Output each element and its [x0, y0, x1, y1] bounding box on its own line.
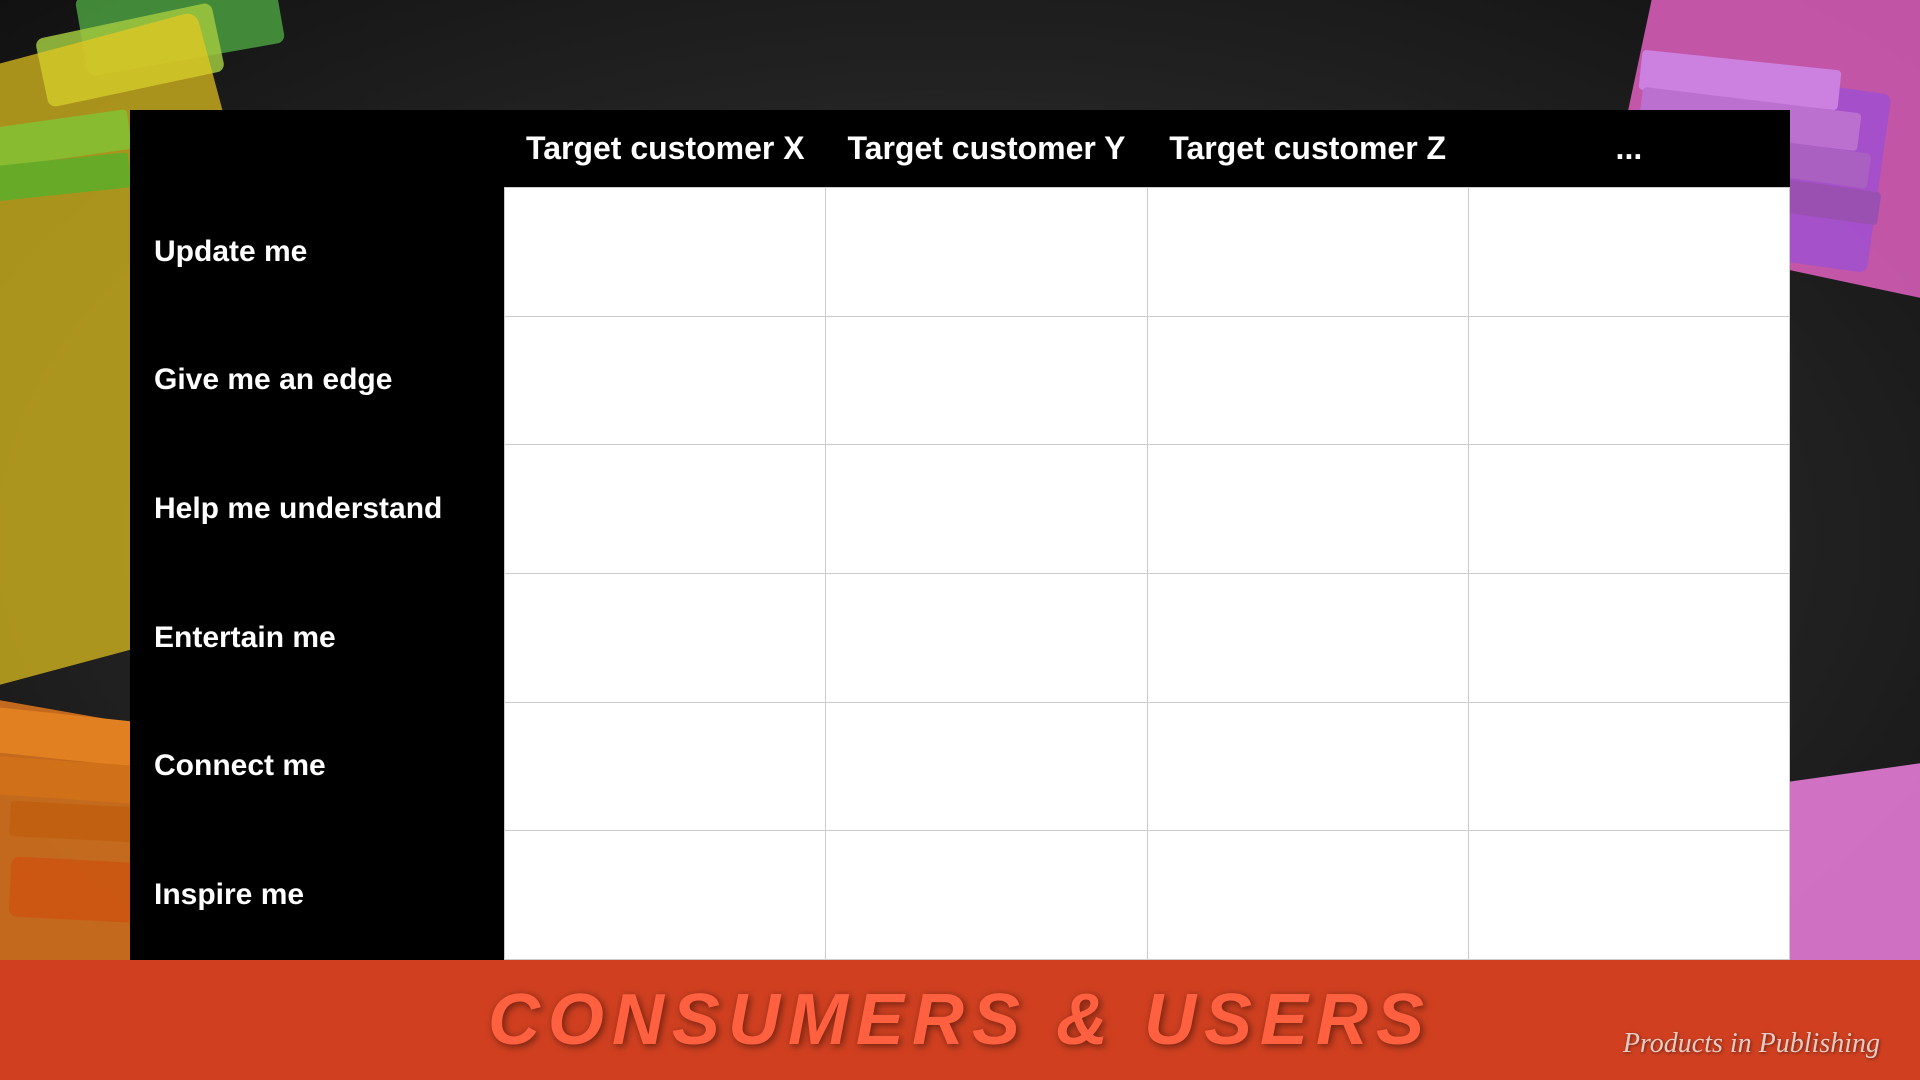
cell-update-me-x[interactable]	[505, 188, 826, 317]
header-col3: Target customer Z	[1147, 110, 1468, 188]
cell-entertain-x[interactable]	[505, 573, 826, 702]
cell-edge-extra[interactable]	[1468, 316, 1789, 445]
cell-entertain-z[interactable]	[1147, 573, 1468, 702]
bottom-banner: Consumers & Users	[0, 960, 1920, 1080]
row-label-entertain-me: Entertain me	[130, 573, 505, 702]
row-label-give-me-edge: Give me an edge	[130, 316, 505, 445]
cell-entertain-extra[interactable]	[1468, 573, 1789, 702]
cell-connect-extra[interactable]	[1468, 702, 1789, 831]
table-container: Target customer X Target customer Y Targ…	[130, 110, 1790, 960]
watermark: Products in Publishing	[1623, 1028, 1880, 1060]
cell-inspire-y[interactable]	[826, 831, 1147, 960]
table-row: Entertain me	[130, 573, 1790, 702]
cell-inspire-extra[interactable]	[1468, 831, 1789, 960]
table-row: Update me	[130, 188, 1790, 317]
cell-help-x[interactable]	[505, 445, 826, 574]
cell-connect-x[interactable]	[505, 702, 826, 831]
header-empty	[130, 110, 505, 188]
cell-inspire-z[interactable]	[1147, 831, 1468, 960]
row-label-update-me: Update me	[130, 188, 505, 317]
table-row: Connect me	[130, 702, 1790, 831]
row-label-connect-me: Connect me	[130, 702, 505, 831]
cell-update-me-z[interactable]	[1147, 188, 1468, 317]
cell-edge-y[interactable]	[826, 316, 1147, 445]
cell-update-me-y[interactable]	[826, 188, 1147, 317]
cell-help-y[interactable]	[826, 445, 1147, 574]
header-col1: Target customer X	[505, 110, 826, 188]
cell-edge-x[interactable]	[505, 316, 826, 445]
cell-edge-z[interactable]	[1147, 316, 1468, 445]
table-row: Inspire me	[130, 831, 1790, 960]
bottom-banner-text: Consumers & Users	[488, 979, 1432, 1061]
table-row: Give me an edge	[130, 316, 1790, 445]
cell-help-extra[interactable]	[1468, 445, 1789, 574]
main-table: Target customer X Target customer Y Targ…	[130, 110, 1790, 960]
header-col2: Target customer Y	[826, 110, 1147, 188]
header-row: Target customer X Target customer Y Targ…	[130, 110, 1790, 188]
row-label-inspire-me: Inspire me	[130, 831, 505, 960]
cell-update-me-extra[interactable]	[1468, 188, 1789, 317]
header-col4: ...	[1468, 110, 1789, 188]
table-row: Help me understand	[130, 445, 1790, 574]
cell-connect-z[interactable]	[1147, 702, 1468, 831]
cell-connect-y[interactable]	[826, 702, 1147, 831]
cell-entertain-y[interactable]	[826, 573, 1147, 702]
cell-help-z[interactable]	[1147, 445, 1468, 574]
cell-inspire-x[interactable]	[505, 831, 826, 960]
row-label-help-me: Help me understand	[130, 445, 505, 574]
